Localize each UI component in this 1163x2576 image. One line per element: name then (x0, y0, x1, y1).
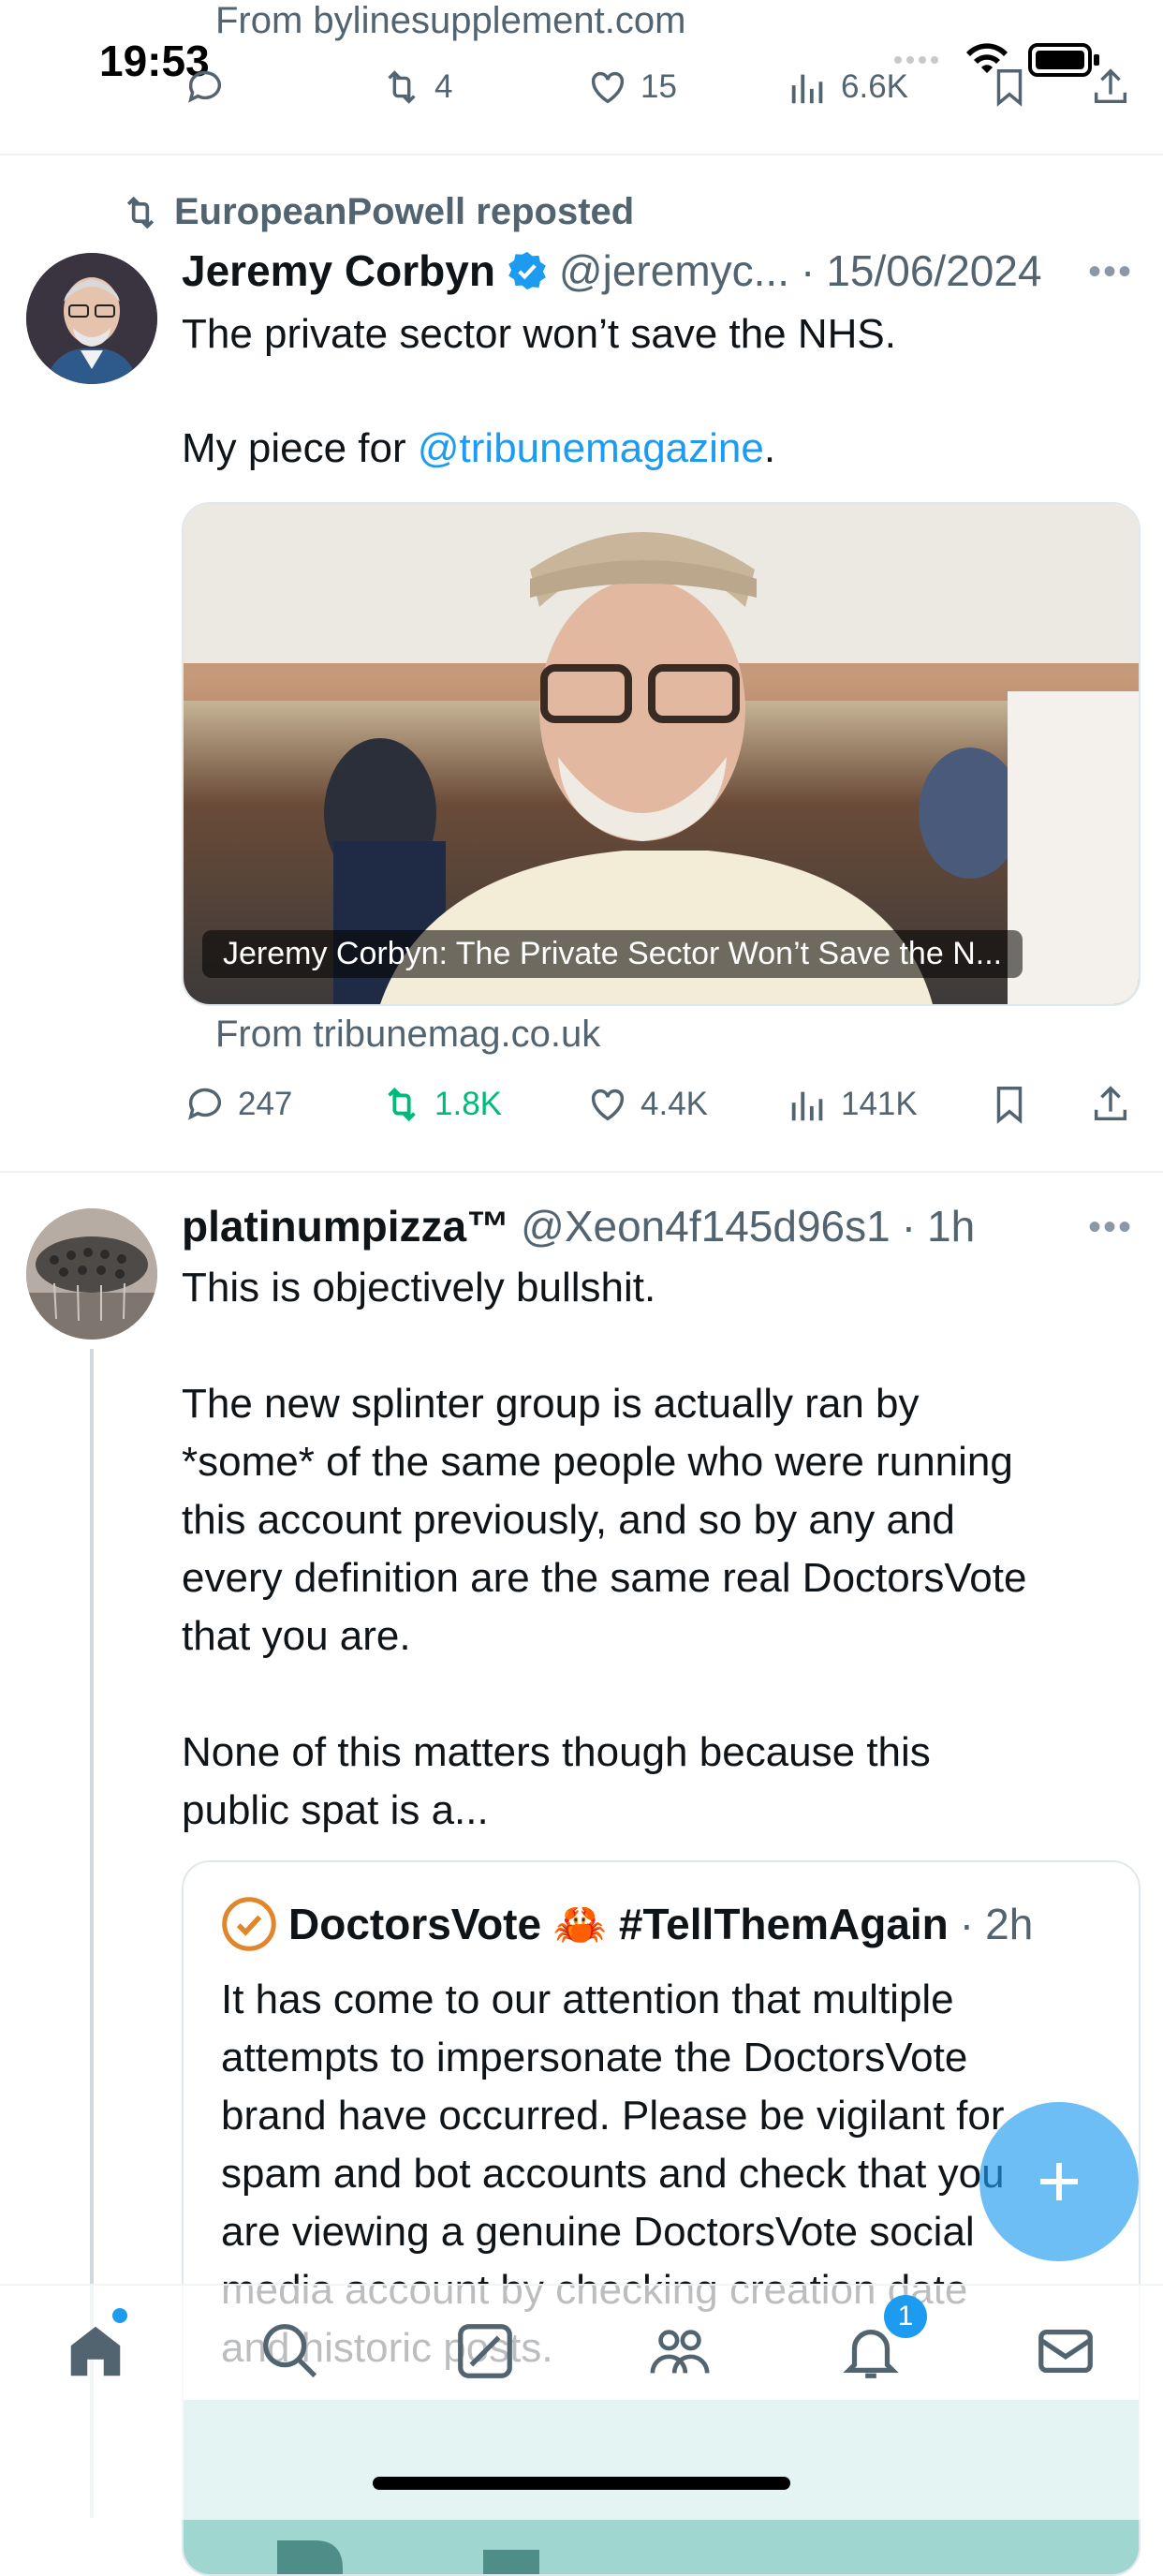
nav-communities[interactable] (642, 2314, 717, 2389)
tweet1-header: Jeremy Corbyn @jeremyc... · 15/06/2024 (182, 245, 1042, 296)
mention-link[interactable]: @tribunemagazine (418, 425, 764, 471)
home-icon (70, 2326, 121, 2376)
notification-badge: 1 (884, 2295, 927, 2338)
nav-search[interactable] (253, 2314, 328, 2389)
home-indicator[interactable] (373, 2477, 790, 2490)
retweet-icon (388, 70, 416, 104)
author-name[interactable]: Jeremy Corbyn (182, 245, 495, 296)
nav-grok[interactable] (448, 2314, 523, 2389)
top-reply-button[interactable] (184, 66, 227, 109)
mail-icon (1038, 2329, 1093, 2374)
reply-icon (188, 1088, 222, 1120)
card-image (184, 504, 1139, 1004)
share-button[interactable] (1089, 1083, 1132, 1126)
reply-icon (188, 70, 222, 103)
top-retweet-button[interactable]: 4 (380, 66, 452, 109)
bookmark-button[interactable] (988, 1083, 1031, 1126)
reply-button[interactable]: 247 (184, 1083, 292, 1126)
view-count: 141K (841, 1086, 918, 1122)
views-icon (791, 1091, 823, 1121)
views-icon (791, 74, 823, 104)
quote-time: 2h (985, 1900, 1034, 1948)
link-card[interactable]: Jeremy Corbyn: The Private Sector Won’t … (182, 502, 1141, 1006)
avatar-jeremy-corbyn[interactable] (26, 253, 157, 384)
author-handle[interactable]: @jeremyc... (559, 245, 789, 296)
repost-label: EuropeanPowell reposted (174, 191, 635, 232)
nav-messages[interactable] (1028, 2314, 1103, 2389)
tweet2-header: platinumpizza™ @Xeon4f145d96s1 · 1h (182, 1201, 975, 1251)
views-button[interactable]: 141K (787, 1083, 918, 1126)
share-icon (1094, 1086, 1127, 1121)
more-options-icon[interactable]: ••• (1088, 1207, 1133, 1249)
tweet2-text: This is objectively bullshit. The new sp… (182, 1265, 1027, 1833)
quote-author-name[interactable]: DoctorsVote 🦀 #TellThemAgain (288, 1899, 949, 1950)
signal-dots-icon (894, 56, 938, 64)
like-button[interactable]: 4.4K (586, 1083, 708, 1126)
grok-icon (458, 2324, 512, 2378)
top-tweet-source[interactable]: From bylinesupplement.com (215, 0, 685, 42)
heart-icon (591, 71, 625, 104)
verified-badge-icon (508, 251, 546, 290)
quote-header: DoctorsVote 🦀 #TellThemAgain · 2h (221, 1896, 1033, 1952)
retweet-button[interactable]: 1.8K (380, 1083, 502, 1126)
share-icon (1094, 68, 1127, 104)
text-period: . (763, 425, 776, 471)
top-share-button[interactable] (1089, 66, 1132, 109)
retweet-count: 1.8K (434, 1086, 502, 1122)
top-like-count: 15 (640, 68, 677, 105)
nav-home[interactable] (58, 2308, 133, 2389)
tweet1-text-line2: My piece for @tribunemagazine. (182, 420, 775, 478)
heart-icon (591, 1088, 625, 1121)
author-handle[interactable]: @Xeon4f145d96s1 (521, 1201, 891, 1251)
bookmark-icon (996, 1087, 1023, 1124)
top-views-button[interactable]: 6.6K (787, 66, 908, 109)
compose-button[interactable] (979, 2102, 1139, 2261)
text-prefix: My piece for (182, 425, 418, 471)
more-options-icon[interactable]: ••• (1088, 251, 1133, 293)
search-icon (263, 2324, 317, 2378)
top-like-button[interactable]: 15 (586, 66, 677, 109)
top-bookmark-button[interactable] (988, 66, 1031, 109)
retweet-icon (126, 196, 155, 229)
tweet-time[interactable]: 1h (927, 1201, 975, 1251)
plus-icon (1040, 2163, 1078, 2200)
top-retweet-count: 4 (434, 68, 453, 105)
nav-notifications[interactable]: 1 (833, 2295, 927, 2389)
communities-icon (650, 2330, 710, 2374)
repost-indicator: EuropeanPowell reposted (120, 191, 634, 233)
tweet-date[interactable]: 15/06/2024 (826, 245, 1041, 296)
card-title: Jeremy Corbyn: The Private Sector Won’t … (202, 930, 1023, 978)
bookmark-icon (996, 69, 1023, 107)
retweet-icon (388, 1087, 416, 1122)
author-name[interactable]: platinumpizza™ (182, 1201, 509, 1251)
like-count: 4.4K (640, 1086, 708, 1122)
card-source[interactable]: From tribunemag.co.uk (215, 1014, 600, 1056)
top-view-count: 6.6K (841, 68, 908, 105)
quote-separator: · (959, 1900, 975, 1948)
home-unread-dot (112, 2308, 127, 2323)
reply-count: 247 (238, 1086, 293, 1122)
tweet1-text-line1: The private sector won’t save the NHS. (182, 311, 896, 357)
separator: · (800, 246, 816, 295)
avatar-platinumpizza[interactable] (26, 1208, 157, 1340)
verified-gold-badge-icon (222, 1897, 276, 1951)
separator: · (901, 1202, 917, 1251)
